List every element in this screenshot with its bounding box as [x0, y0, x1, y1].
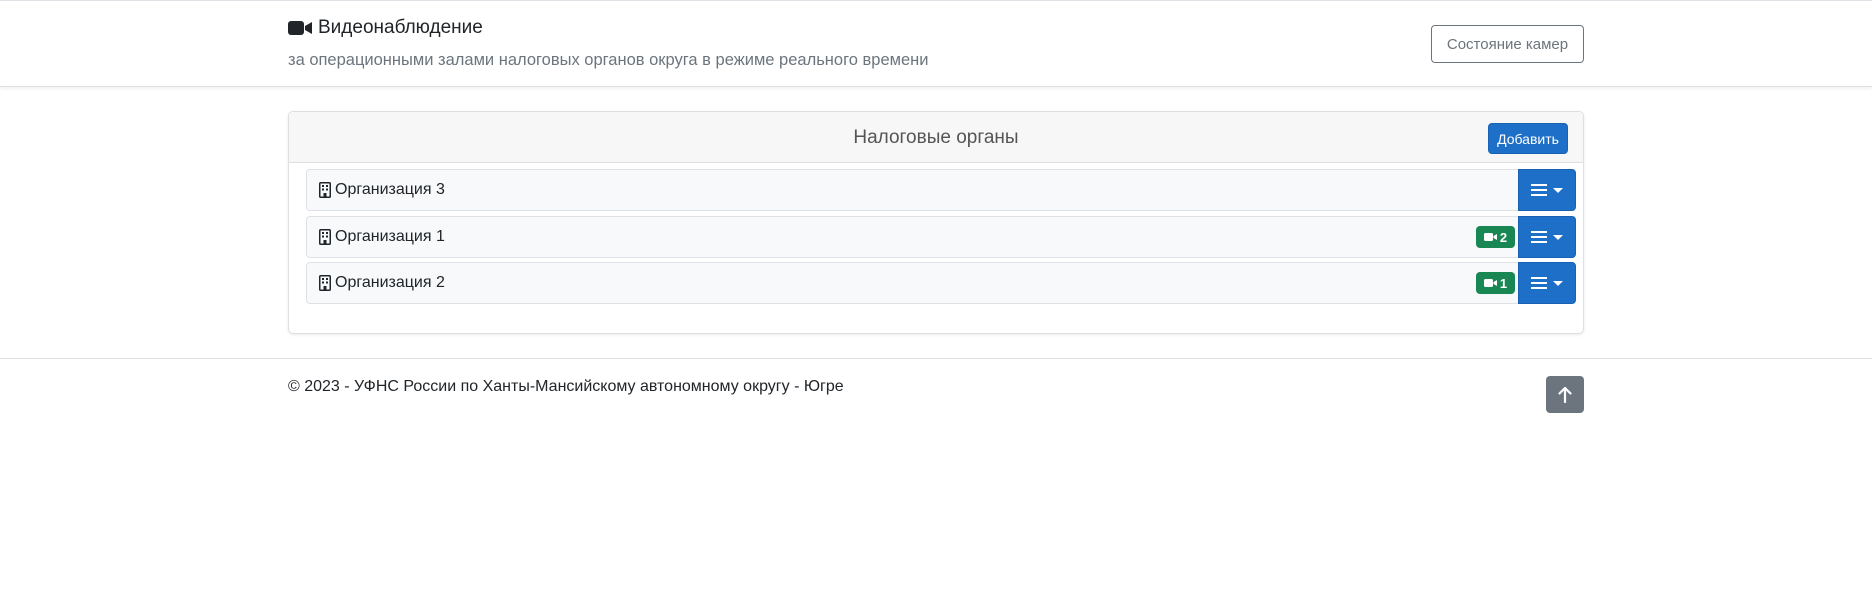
video-camera-icon — [1483, 233, 1497, 241]
organization-name: Организация 2 — [335, 274, 445, 291]
card-header: Налоговые органы Добавить — [289, 112, 1583, 163]
list-item: Организация 3 — [306, 169, 1576, 211]
camera-count-badge: 1 — [1476, 272, 1515, 294]
chevron-down-icon — [1553, 234, 1563, 240]
page-title: Видеонаблюдение — [318, 17, 483, 38]
menu-icon — [1531, 184, 1547, 196]
organization-name: Организация 1 — [335, 228, 445, 245]
brand: Видеонаблюдение — [288, 17, 483, 39]
menu-icon — [1531, 277, 1547, 289]
building-icon — [319, 275, 331, 291]
camera-count: 1 — [1499, 275, 1508, 291]
camera-count-badge: 2 — [1476, 226, 1515, 248]
organization-item[interactable]: Организация 1 — [306, 216, 1519, 258]
scroll-to-top-button[interactable] — [1546, 376, 1584, 413]
page-subtitle: за операционными залами налоговых органо… — [288, 51, 929, 69]
tax-authorities-card: Налоговые органы Добавить Организация 3 — [288, 111, 1584, 334]
building-icon — [319, 229, 331, 245]
menu-icon — [1531, 231, 1547, 243]
organization-item[interactable]: Организация 3 — [306, 169, 1519, 211]
chevron-down-icon — [1553, 187, 1563, 193]
add-button[interactable]: Добавить — [1488, 123, 1568, 154]
page-header: Видеонаблюдение за операционными залами … — [0, 0, 1872, 87]
video-camera-icon — [1483, 279, 1497, 287]
list-item: Организация 1 2 — [306, 216, 1576, 258]
camera-status-button[interactable]: Состояние камер — [1431, 25, 1584, 63]
organization-name: Организация 3 — [335, 181, 445, 198]
organization-menu-button[interactable] — [1518, 169, 1576, 211]
camera-count: 2 — [1499, 229, 1508, 245]
list-item: Организация 2 1 — [306, 262, 1576, 304]
footer-divider — [0, 358, 1872, 359]
organization-menu-button[interactable] — [1518, 262, 1576, 304]
organization-menu-button[interactable] — [1518, 216, 1576, 258]
footer-copyright: © 2023 - УФНС России по Ханты-Мансийском… — [288, 378, 844, 395]
video-camera-icon — [288, 21, 312, 35]
card-title: Налоговые органы — [853, 127, 1019, 148]
arrow-up-icon — [1558, 386, 1572, 403]
organization-item[interactable]: Организация 2 — [306, 262, 1519, 304]
chevron-down-icon — [1553, 280, 1563, 286]
building-icon — [319, 182, 331, 198]
